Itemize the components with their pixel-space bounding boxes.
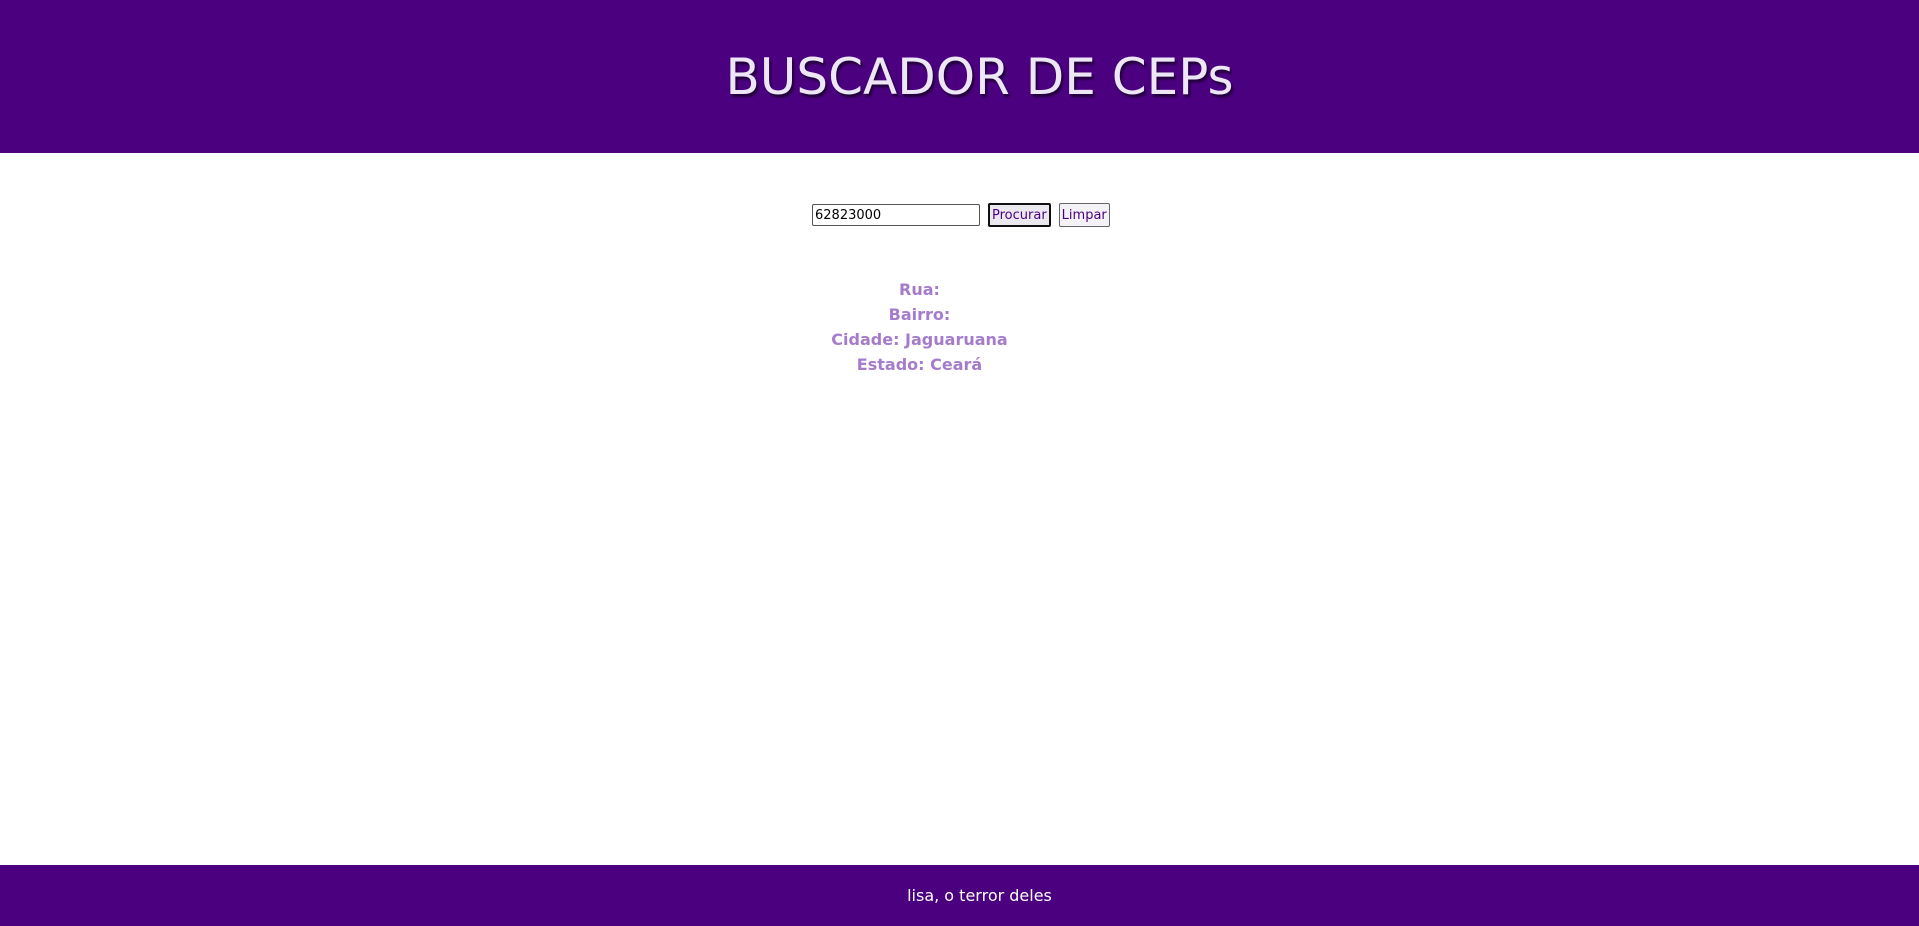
- cep-input[interactable]: [812, 204, 980, 226]
- footer-text: lisa, o terror deles: [907, 886, 1052, 905]
- page-title: BUSCADOR DE CEPs: [725, 47, 1234, 106]
- search-form: Procurar Limpar: [812, 203, 1110, 227]
- page-header: BUSCADOR DE CEPs: [0, 0, 1919, 153]
- search-button[interactable]: Procurar: [988, 203, 1051, 227]
- state-result: Estado: Ceará: [856, 355, 983, 374]
- city-result: Cidade: Jaguaruana: [831, 330, 1008, 349]
- street-result: Rua:: [899, 280, 940, 299]
- page-footer: lisa, o terror deles: [0, 865, 1919, 926]
- neighborhood-result: Bairro:: [888, 305, 951, 324]
- clear-button[interactable]: Limpar: [1058, 203, 1110, 227]
- address-results: Rua: Bairro: Cidade: Jaguaruana Estado: …: [0, 277, 1879, 377]
